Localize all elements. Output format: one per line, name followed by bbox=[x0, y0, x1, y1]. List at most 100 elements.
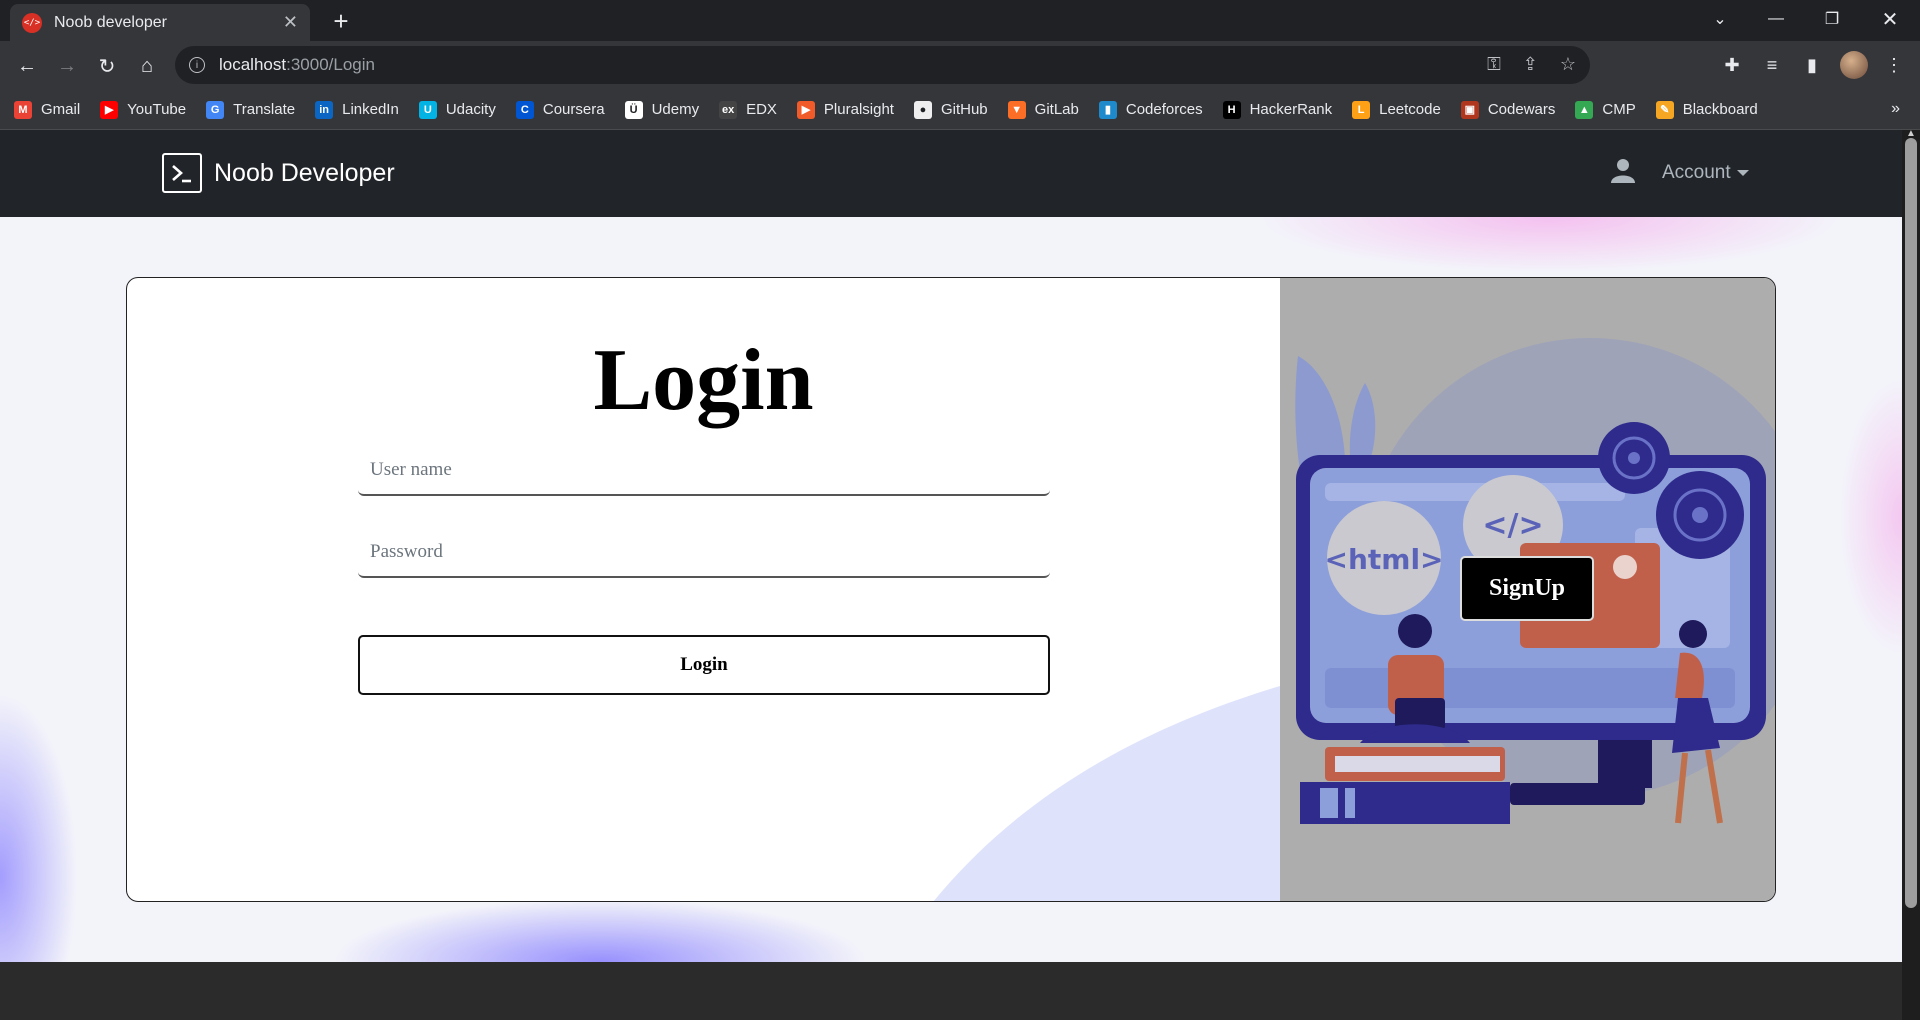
translate-icon: G bbox=[206, 100, 225, 119]
bookmark-label: YouTube bbox=[127, 101, 187, 118]
bookmarks-bar: M Gmail ▶ YouTube G Translate in LinkedIn U Udaci… bbox=[0, 90, 1920, 130]
site-info-icon[interactable]: i bbox=[189, 57, 205, 73]
bookmark-label: GitHub bbox=[940, 101, 988, 118]
account-dropdown[interactable]: Account bbox=[1610, 157, 1749, 189]
bookmark-label: Gmail bbox=[41, 101, 81, 118]
google-drive-icon: ▲ bbox=[1575, 100, 1594, 119]
forward-button[interactable]: → bbox=[50, 49, 84, 83]
restore-button[interactable]: ❐ bbox=[1804, 0, 1860, 38]
bookmark-leetcode[interactable]: L Leetcode bbox=[1352, 100, 1441, 119]
code-tag-text: </> bbox=[1482, 508, 1543, 543]
bookmark-pluralsight[interactable]: ▶ Pluralsight bbox=[796, 100, 894, 119]
tab-close-icon[interactable]: ✕ bbox=[283, 12, 298, 33]
profile-avatar[interactable] bbox=[1840, 51, 1868, 79]
window-close-button[interactable]: ✕ bbox=[1862, 0, 1918, 38]
coursera-icon: C bbox=[515, 100, 534, 119]
login-card: Login Login <html> bbox=[126, 277, 1776, 902]
bookmark-codewars[interactable]: ▣ Codewars bbox=[1460, 100, 1556, 119]
gear-icon bbox=[1598, 422, 1670, 494]
url-path: :3000/Login bbox=[286, 55, 375, 74]
scrollbar-thumb[interactable] bbox=[1905, 138, 1917, 908]
illustration-panel: <html> </> SignUp bbox=[1280, 278, 1775, 901]
leetcode-icon: L bbox=[1352, 100, 1371, 119]
gitlab-icon: ▼ bbox=[1007, 100, 1026, 119]
bookmark-linkedin[interactable]: in LinkedIn bbox=[315, 100, 399, 119]
gmail-icon: M bbox=[14, 100, 32, 119]
bookmark-codeforces[interactable]: ▮ Codeforces bbox=[1098, 100, 1203, 119]
account-label: Account bbox=[1662, 162, 1731, 183]
home-button[interactable]: ⌂ bbox=[130, 49, 164, 83]
edx-icon: ex bbox=[719, 100, 738, 119]
bookmark-udemy[interactable]: Ü Udemy bbox=[624, 100, 700, 119]
gear-icon bbox=[1656, 471, 1744, 559]
bookmark-label: Coursera bbox=[542, 101, 605, 118]
address-bar[interactable]: i localhost:3000/Login ⚿ ⇪ ☆ bbox=[175, 46, 1590, 84]
page-scrollbar[interactable]: ▲ bbox=[1902, 130, 1920, 1020]
bookmark-label: CMP bbox=[1602, 101, 1636, 118]
login-button[interactable]: Login bbox=[358, 635, 1050, 695]
bookmark-label: HackerRank bbox=[1249, 101, 1333, 118]
chevron-down-icon bbox=[1736, 170, 1749, 176]
bookmark-star-icon[interactable]: ☆ bbox=[1560, 54, 1576, 75]
login-form: Login Login bbox=[127, 278, 1280, 901]
share-icon[interactable]: ⇪ bbox=[1523, 54, 1538, 75]
linkedin-icon: in bbox=[315, 100, 334, 119]
bookmark-label: Codeforces bbox=[1125, 101, 1203, 118]
youtube-icon: ▶ bbox=[100, 100, 119, 119]
site-footer bbox=[0, 962, 1902, 1020]
bookmark-hackerrank[interactable]: H HackerRank bbox=[1222, 100, 1333, 119]
side-panel-icon[interactable]: ▮ bbox=[1798, 51, 1826, 79]
bookmark-label: Blackboard bbox=[1682, 101, 1758, 118]
username-input[interactable] bbox=[358, 446, 1050, 496]
udacity-icon: U bbox=[418, 100, 437, 119]
new-tab-button[interactable]: + bbox=[326, 6, 356, 36]
bookmark-udacity[interactable]: U Udacity bbox=[418, 100, 496, 119]
bookmark-label: Udacity bbox=[445, 101, 496, 118]
bookmark-label: GitLab bbox=[1034, 101, 1079, 118]
signup-button[interactable]: SignUp bbox=[1460, 556, 1594, 621]
tab-search-icon[interactable]: ⌄ bbox=[1692, 0, 1748, 38]
page-content: Login Login <html> bbox=[0, 217, 1902, 962]
bookmark-translate[interactable]: G Translate bbox=[206, 100, 296, 119]
bookmark-youtube[interactable]: ▶ YouTube bbox=[100, 100, 187, 119]
brand-link[interactable]: Noob Developer bbox=[162, 153, 395, 193]
hackerrank-icon: H bbox=[1222, 100, 1241, 119]
codeforces-icon: ▮ bbox=[1098, 100, 1117, 119]
key-icon[interactable]: ⚿ bbox=[1487, 54, 1501, 75]
person-icon bbox=[1610, 157, 1636, 189]
bookmark-label: Udemy bbox=[651, 101, 700, 118]
pluralsight-icon: ▶ bbox=[796, 100, 815, 119]
codewars-icon: ▣ bbox=[1460, 100, 1479, 119]
browser-tab[interactable]: </> Noob developer ✕ bbox=[10, 4, 310, 41]
bookmark-label: Codewars bbox=[1487, 101, 1556, 118]
tab-title: Noob developer bbox=[54, 13, 167, 31]
minimize-button[interactable]: — bbox=[1748, 0, 1804, 38]
terminal-icon bbox=[162, 153, 202, 193]
brand-name: Noob Developer bbox=[214, 158, 395, 187]
bookmark-gmail[interactable]: M Gmail bbox=[14, 100, 81, 119]
bookmark-gitlab[interactable]: ▼ GitLab bbox=[1007, 100, 1079, 119]
extensions-icon[interactable]: ✚ bbox=[1718, 51, 1746, 79]
browser-tabstrip: </> Noob developer ✕ + ⌄ — ❐ ✕ bbox=[0, 0, 1920, 41]
github-icon: ● bbox=[913, 100, 932, 119]
bookmark-cmp[interactable]: ▲ CMP bbox=[1575, 100, 1636, 119]
bookmark-coursera[interactable]: C Coursera bbox=[515, 100, 605, 119]
bookmark-label: LinkedIn bbox=[342, 101, 399, 118]
blackboard-icon: ✎ bbox=[1655, 100, 1674, 119]
bookmark-label: Pluralsight bbox=[823, 101, 894, 118]
bookmark-edx[interactable]: ex EDX bbox=[719, 100, 777, 119]
media-control-icon[interactable]: ≡ bbox=[1758, 51, 1786, 79]
site-navbar: Noob Developer Account bbox=[0, 130, 1902, 217]
back-button[interactable]: ← bbox=[10, 49, 44, 83]
chrome-menu-icon[interactable]: ⋮ bbox=[1880, 51, 1908, 79]
bookmark-blackboard[interactable]: ✎ Blackboard bbox=[1655, 100, 1758, 119]
udemy-icon: Ü bbox=[624, 100, 643, 119]
page-title: Login bbox=[593, 332, 814, 429]
more-bookmarks-icon[interactable]: » bbox=[1891, 100, 1900, 118]
html-tag-text: <html> bbox=[1324, 543, 1443, 576]
password-input[interactable] bbox=[358, 528, 1050, 578]
browser-toolbar: ← → ↻ ⌂ i localhost:3000/Login ⚿ ⇪ ☆ ✚ ≡… bbox=[0, 41, 1920, 90]
bookmark-label: Translate bbox=[233, 101, 296, 118]
reload-button[interactable]: ↻ bbox=[90, 49, 124, 83]
bookmark-github[interactable]: ● GitHub bbox=[913, 100, 988, 119]
